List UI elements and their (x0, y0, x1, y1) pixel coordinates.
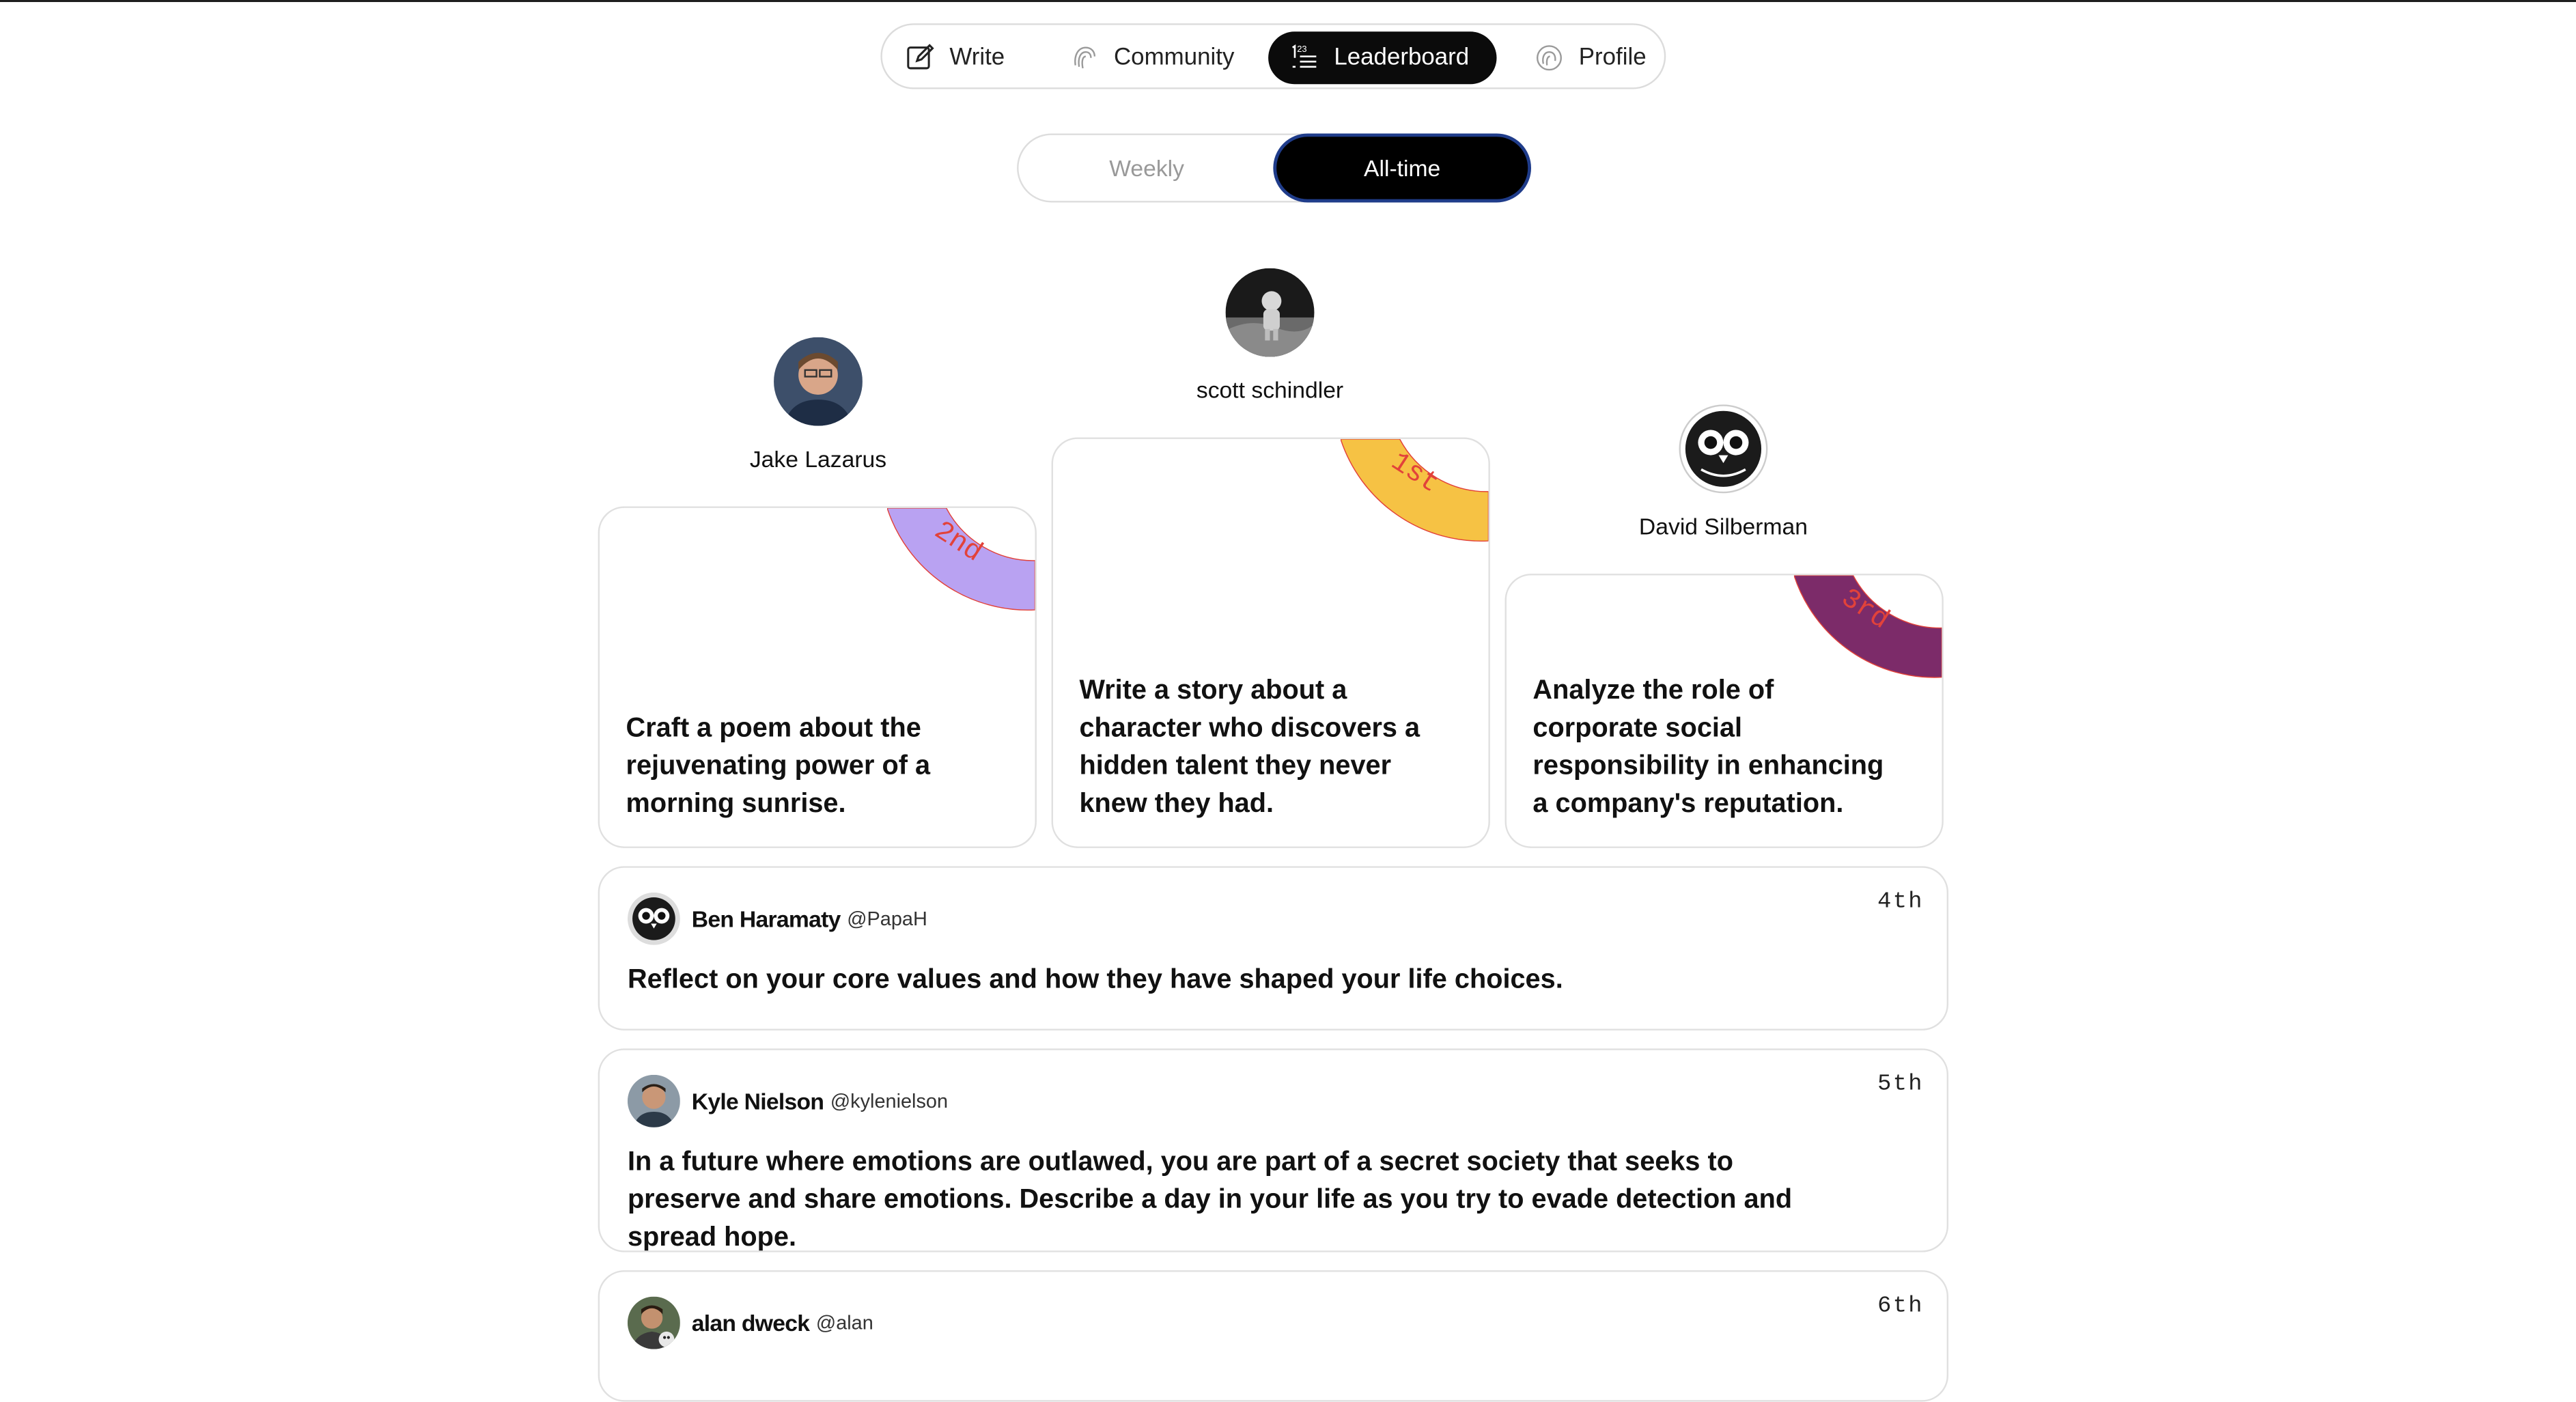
nav-leaderboard[interactable]: 23 Leaderboard (1268, 31, 1497, 85)
avatar (1679, 404, 1768, 494)
user-name: Jake Lazarus (749, 445, 887, 473)
all-time-button[interactable]: All-time (1273, 133, 1532, 203)
nav-leaderboard-label: Leaderboard (1334, 44, 1470, 72)
avatar (774, 337, 863, 426)
row-user: alan dweck @alan (627, 1296, 873, 1349)
user-handle: @kylenielson (830, 1089, 949, 1113)
prompt-text: Write a story about a character who disc… (1079, 675, 1420, 819)
avatar (1225, 268, 1315, 357)
second-place-user[interactable]: Jake Lazarus (716, 337, 920, 472)
second-place-card[interactable]: 2nd Craft a poem about the rejuvenating … (598, 506, 1037, 848)
user-handle: @PapaH (847, 907, 927, 931)
first-place-card[interactable]: 1st Write a story about a character who … (1051, 437, 1490, 848)
rank-label: 4th (1877, 889, 1924, 916)
second-place-ribbon: 2nd (887, 507, 1035, 611)
ranking-list-icon: 23 (1292, 44, 1317, 68)
avatar (627, 1074, 680, 1127)
leaderboard-page: Write Community 23 Leaderboard Profile W… (0, 2, 2576, 1402)
leaderboard-row-6[interactable]: alan dweck @alan 6th (598, 1270, 1949, 1402)
prompt-text: Reflect on your core values and how they… (627, 964, 1563, 994)
row-user: Ben Haramaty @PapaH (627, 892, 927, 945)
avatar (627, 892, 680, 945)
nav-profile[interactable]: Profile (1535, 31, 1647, 84)
first-place-ribbon: 1st (1340, 438, 1489, 542)
third-place-card[interactable]: 3rd Analyze the role of corporate social… (1504, 574, 1944, 848)
rank-label: 5th (1877, 1071, 1924, 1098)
avatar (627, 1296, 680, 1349)
nav-profile-label: Profile (1578, 44, 1647, 72)
period-toggle: Weekly All-time (1017, 133, 1532, 203)
user-name: David Silberman (1638, 513, 1808, 539)
user-name: Kyle Nielson (691, 1088, 824, 1114)
leaderboard-row-4[interactable]: Ben Haramaty @PapaH 4th Reflect on your … (598, 866, 1949, 1031)
first-place-user[interactable]: scott schindler (1170, 268, 1370, 403)
user-name: Ben Haramaty (691, 906, 841, 932)
rank-label: 6th (1877, 1293, 1924, 1320)
svg-text:23: 23 (1297, 44, 1306, 54)
nav-write[interactable]: Write (905, 31, 1005, 84)
fingerprint-icon (1536, 45, 1562, 71)
main-nav: Write Community 23 Leaderboard Profile (880, 23, 1666, 89)
pencil-square-icon (907, 44, 934, 70)
nav-community[interactable]: Community (1069, 31, 1234, 84)
weekly-button[interactable]: Weekly (1018, 133, 1274, 202)
nav-write-label: Write (949, 44, 1005, 72)
prompt-text: In a future where emotions are outlawed,… (627, 1147, 1793, 1252)
fingerprint-icon (1074, 46, 1096, 69)
user-name: alan dweck (691, 1309, 810, 1336)
nav-community-label: Community (1113, 44, 1235, 72)
row-user: Kyle Nielson @kylenielson (627, 1074, 949, 1127)
prompt-text: Craft a poem about the rejuvenating powe… (626, 713, 931, 819)
prompt-text: Analyze the role of corporate social res… (1532, 675, 1884, 819)
user-handle: @alan (815, 1311, 873, 1334)
leaderboard-row-5[interactable]: Kyle Nielson @kylenielson 5th In a futur… (598, 1048, 1949, 1252)
third-place-user[interactable]: David Silberman (1619, 404, 1829, 539)
user-name: scott schindler (1196, 376, 1344, 403)
owl-icon (1685, 410, 1762, 487)
owl-icon (627, 892, 680, 945)
